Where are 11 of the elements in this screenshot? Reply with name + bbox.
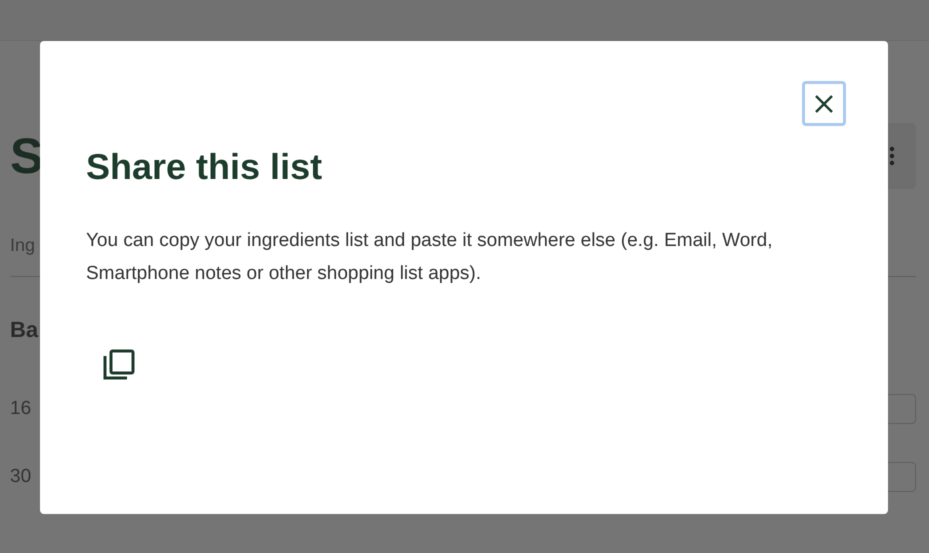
- dialog-text: You can copy your ingredients list and paste it somewhere else (e.g. Email, Word, Smartphone notes or other shopping list apps).: [86, 229, 774, 286]
- page-heading: S: [10, 127, 44, 185]
- dialog-title: Share this list: [86, 146, 324, 188]
- section-heading: Ba: [10, 317, 40, 343]
- more-icon: [889, 146, 895, 166]
- close-button[interactable]: [802, 81, 846, 126]
- ingredient-text: 16: [10, 398, 32, 420]
- copy-icon: [102, 348, 136, 382]
- close-icon: [814, 94, 834, 114]
- copy-button[interactable]: [102, 348, 136, 382]
- ingredient-text: 30: [10, 466, 32, 488]
